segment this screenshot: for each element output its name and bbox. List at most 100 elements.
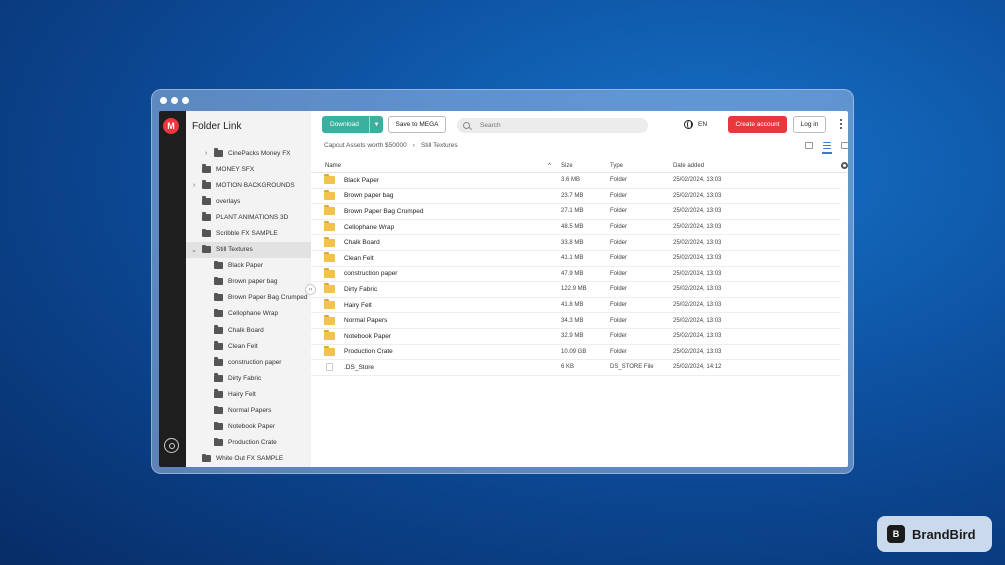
sidebar-item[interactable]: Brown Paper Bag Crumped <box>186 290 311 306</box>
breadcrumb-separator: › <box>412 142 415 149</box>
row-name: Production Crate <box>344 348 393 356</box>
search-bar[interactable] <box>457 118 648 133</box>
sidebar-item-label: Dirty Fabric <box>228 374 262 382</box>
chevron-icon[interactable]: ⌄ <box>190 246 198 254</box>
column-name[interactable]: Name ^ <box>311 163 561 169</box>
table-row[interactable]: Brown Paper Bag Crumped 27.1 MB Folder 25/0… <box>311 204 841 220</box>
cell-name: Clean Felt <box>311 252 561 263</box>
more-options-icon[interactable] <box>840 119 843 129</box>
sidebar-item[interactable]: White Out FX SAMPLE <box>186 451 311 467</box>
cell-size: 23.7 MB <box>561 192 584 199</box>
sort-icon[interactable]: ^ <box>548 163 551 169</box>
sidebar-item[interactable]: Chalk Board <box>186 322 311 338</box>
sidebar-item[interactable]: Notebook Paper <box>186 419 311 435</box>
sidebar-item[interactable]: ⌄ Still Textures <box>186 241 311 258</box>
folder-icon <box>324 189 335 200</box>
cell-name: Cellophane Wrap <box>311 221 561 232</box>
table-row[interactable]: Production Crate 10.09 GB Folder 25/02/2024… <box>311 345 841 361</box>
list-view-icon[interactable] <box>823 142 831 149</box>
download-button[interactable]: Download ▼ <box>322 116 383 133</box>
sidebar-item[interactable]: Production Crate <box>186 435 311 451</box>
save-to-mega-button[interactable]: Save to MEGA <box>388 116 446 133</box>
language-selector[interactable]: EN <box>684 120 707 129</box>
browser-frame: M Folder Link › CinePacks Money FX MONEY S… <box>151 89 854 474</box>
cell-size: 32.9 MB <box>561 333 584 340</box>
sidebar-item[interactable]: MONEY SFX <box>186 161 311 177</box>
sidebar-item[interactable]: Hairy Felt <box>186 386 311 402</box>
chevron-down-icon[interactable]: ▼ <box>369 116 383 133</box>
cell-date: 25/02/2024, 13:03 <box>673 255 722 262</box>
create-account-button[interactable]: Create account <box>728 116 787 133</box>
window-dot[interactable] <box>182 97 189 104</box>
row-name: Notebook Paper <box>344 332 391 340</box>
window-dot[interactable] <box>171 97 178 104</box>
breadcrumb-root[interactable]: Capcut Assets worth $50000 <box>324 142 407 149</box>
cell-name: Black Paper <box>311 174 561 185</box>
folder-icon <box>202 453 211 463</box>
sidebar-item-label: CinePacks Money FX <box>228 149 291 157</box>
folder-icon <box>214 308 223 318</box>
sidebar-item[interactable]: construction paper <box>186 354 311 370</box>
folder-icon <box>214 260 223 270</box>
folder-icon <box>324 283 335 294</box>
transfer-icon[interactable] <box>164 438 179 453</box>
cell-name: Chalk Board <box>311 236 561 247</box>
row-name: Black Paper <box>344 176 380 184</box>
login-button[interactable]: Log in <box>793 116 826 133</box>
cell-type: Folder <box>610 302 628 309</box>
table-row[interactable]: Brown paper bag 23.7 MB Folder 25/02/2024, … <box>311 189 841 205</box>
cell-name: construction paper <box>311 267 561 278</box>
sidebar-item[interactable]: › CinePacks Money FX <box>186 145 311 161</box>
breadcrumb-current[interactable]: Still Textures <box>421 142 458 149</box>
table-row[interactable]: Cellophane Wrap 48.5 MB Folder 25/02/2024, … <box>311 220 841 236</box>
sidebar-item[interactable]: PLANT ANIMATIONS 3D <box>186 209 311 225</box>
search-input[interactable] <box>480 122 630 129</box>
sidebar-item[interactable]: Black Paper <box>186 258 311 274</box>
search-icon <box>463 122 470 129</box>
mega-logo-icon[interactable]: M <box>163 118 179 134</box>
table-row[interactable]: Hairy Felt 41.8 MB Folder 25/02/2024, 13:03 <box>311 298 841 314</box>
sidebar-item-label: Black Paper <box>228 262 264 270</box>
sidebar-item-label: Cellophane Wrap <box>228 310 279 318</box>
row-name: Cellophane Wrap <box>344 223 395 231</box>
media-view-icon[interactable] <box>805 142 813 149</box>
sidebar-item[interactable]: overlays <box>186 193 311 209</box>
sidebar-item[interactable]: Dirty Fabric <box>186 370 311 386</box>
cell-type: Folder <box>610 255 628 262</box>
cell-date: 25/02/2024, 13:03 <box>673 224 722 231</box>
table-row[interactable]: construction paper 47.9 MB Folder 25/02/202… <box>311 267 841 283</box>
table-row[interactable]: Notebook Paper 32.9 MB Folder 25/02/2024, 1… <box>311 329 841 345</box>
table-row[interactable]: Clean Felt 41.1 MB Folder 25/02/2024, 13:03 <box>311 251 841 267</box>
grid-view-icon[interactable] <box>841 142 848 149</box>
sidebar-item[interactable]: Normal Papers <box>186 403 311 419</box>
cell-date: 25/02/2024, 13:03 <box>673 208 722 215</box>
collapse-sidebar-button[interactable]: ‹‹ <box>305 284 316 295</box>
table-row[interactable]: .DS_Store 6 KB DS_STORE File 25/02/2024, 14… <box>311 360 841 376</box>
row-name: Normal Papers <box>344 317 388 325</box>
cell-date: 25/02/2024, 13:03 <box>673 177 722 184</box>
globe-icon <box>684 120 693 129</box>
sidebar-item[interactable]: › MOTION BACKGROUNDS <box>186 177 311 193</box>
sidebar-item-label: Still Textures <box>216 246 253 254</box>
sidebar-item[interactable]: Cellophane Wrap <box>186 306 311 322</box>
window-dot[interactable] <box>160 97 167 104</box>
table-row[interactable]: Chalk Board 33.8 MB Folder 25/02/2024, 13:0… <box>311 235 841 251</box>
gear-icon[interactable] <box>841 162 848 169</box>
sidebar-item[interactable]: Scribble FX SAMPLE <box>186 225 311 241</box>
table-row[interactable]: Black Paper 3.6 MB Folder 25/02/2024, 13:03 <box>311 173 841 189</box>
column-type[interactable]: Type <box>610 163 673 169</box>
chevron-icon[interactable]: › <box>190 182 198 189</box>
cell-name: Brown Paper Bag Crumped <box>311 205 561 216</box>
folder-icon <box>214 341 223 350</box>
chevron-icon[interactable]: › <box>202 150 210 157</box>
folder-icon <box>214 421 223 431</box>
sidebar-item[interactable]: Clean Felt <box>186 338 311 354</box>
sidebar-item[interactable]: Brown paper bag <box>186 274 311 290</box>
active-view-indicator <box>822 152 832 154</box>
table-row[interactable]: Normal Papers 34.3 MB Folder 25/02/2024, 13… <box>311 313 841 329</box>
column-date[interactable]: Date added <box>673 163 704 169</box>
table-header: Name ^ Size Type Date added <box>311 159 848 173</box>
table-row[interactable]: Dirty Fabric 122.9 MB Folder 25/02/2024, 13… <box>311 282 841 298</box>
column-size[interactable]: Size <box>561 163 610 169</box>
cell-size: 41.8 MB <box>561 302 584 309</box>
